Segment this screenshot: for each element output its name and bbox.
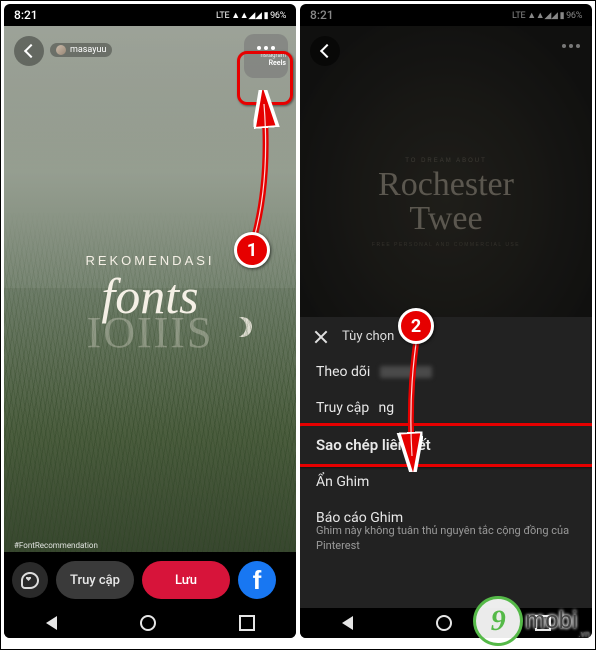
more-options-button[interactable] bbox=[562, 44, 580, 48]
nav-back-button[interactable] bbox=[46, 616, 57, 630]
react-button[interactable] bbox=[12, 562, 48, 598]
bg-big2: Twee bbox=[300, 202, 592, 236]
caption-shadow: IOIIIS bbox=[4, 307, 296, 358]
hashtag-text: #FontRecommendation bbox=[14, 541, 98, 550]
share-facebook-button[interactable]: f bbox=[238, 561, 276, 599]
close-button[interactable] bbox=[314, 330, 328, 344]
status-bar: 8:21 LTE ▲▲◢◢ ▮ 96% bbox=[300, 4, 592, 26]
video-caption-overlay: REKOMENDASI fonts IOIIIS bbox=[4, 253, 296, 358]
nav-recent-button[interactable] bbox=[535, 615, 551, 631]
android-nav-bar bbox=[4, 608, 296, 638]
visit-label: Truy cập bbox=[70, 573, 120, 588]
more-options-button[interactable]: nstagram Reels bbox=[244, 34, 288, 78]
nav-home-button[interactable] bbox=[436, 615, 452, 631]
save-button[interactable]: Lưu bbox=[142, 561, 230, 599]
save-label: Lưu bbox=[175, 573, 197, 588]
blurred-username bbox=[380, 366, 432, 378]
android-nav-bar bbox=[300, 608, 592, 638]
author-badge[interactable]: masayuu bbox=[50, 43, 112, 57]
facebook-icon: f bbox=[253, 565, 262, 596]
sheet-item-follow[interactable]: Theo dõi bbox=[300, 354, 592, 390]
author-username: masayuu bbox=[70, 45, 106, 55]
chevron-left-icon bbox=[319, 44, 333, 58]
bg-tiny2: FREE PERSONAL AND COMMERCIAL USE bbox=[300, 242, 592, 248]
avatar-icon bbox=[56, 45, 66, 55]
status-bar: 8:21 LTE ▲▲◢◢ ▮ 96% bbox=[4, 4, 296, 26]
bg-tiny: TO DREAM ABOUT bbox=[300, 158, 592, 164]
item-label: Sao chép liên kết bbox=[316, 436, 431, 454]
status-indicators: LTE ▲▲◢◢ ▮ 96% bbox=[216, 10, 286, 21]
item-label: Theo dõi bbox=[316, 364, 370, 380]
back-button[interactable] bbox=[14, 36, 44, 66]
step-marker-2: 2 bbox=[398, 308, 434, 344]
more-label-top: nstagram bbox=[242, 52, 290, 59]
step-marker-1: 1 bbox=[234, 232, 270, 268]
nav-back-button[interactable] bbox=[342, 616, 353, 630]
pin-background: TO DREAM ABOUT Rochester Twee FREE PERSO… bbox=[300, 26, 592, 340]
back-button[interactable] bbox=[310, 36, 340, 66]
reel-viewport: masayuu nstagram Reels REKOMENDASI fonts… bbox=[4, 26, 296, 608]
sheet-header: Tùy chọn bbox=[300, 317, 592, 354]
status-indicators: LTE ▲▲◢◢ ▮ 96% bbox=[512, 10, 582, 21]
pin-viewport: TO DREAM ABOUT Rochester Twee FREE PERSO… bbox=[300, 26, 592, 608]
phone-screen-left: 8:21 LTE ▲▲◢◢ ▮ 96% masayuu nstagram Ree… bbox=[4, 4, 296, 638]
action-bar: Truy cập Lưu f bbox=[4, 552, 296, 608]
chevron-left-icon bbox=[23, 44, 37, 58]
visit-button[interactable]: Truy cập bbox=[56, 561, 134, 599]
phone-screen-right: 8:21 LTE ▲▲◢◢ ▮ 96% TO DREAM ABOUT Roche… bbox=[300, 4, 592, 638]
sheet-title: Tùy chọn bbox=[342, 329, 394, 344]
report-subtitle: Ghim này không tuân thủ nguyên tắc cộng … bbox=[300, 524, 592, 562]
bg-big1: Rochester bbox=[300, 168, 592, 202]
options-sheet: Tùy chọn Theo dõi Truy cập xxx ng Sao ch… bbox=[300, 317, 592, 608]
sheet-item-visit[interactable]: Truy cập xxx ng bbox=[300, 390, 592, 426]
status-time: 8:21 bbox=[14, 8, 38, 22]
item-label: Ẩn Ghim bbox=[316, 474, 369, 490]
dots-icon bbox=[257, 46, 275, 50]
sheet-item-hide[interactable]: Ẩn Ghim bbox=[300, 464, 592, 500]
more-label-bottom: Reels bbox=[242, 59, 290, 67]
item-label: Truy cập bbox=[316, 400, 369, 416]
sheet-item-copy-link[interactable]: Sao chép liên kết bbox=[300, 426, 592, 464]
status-time: 8:21 bbox=[310, 8, 334, 22]
nav-home-button[interactable] bbox=[140, 615, 156, 631]
nav-recent-button[interactable] bbox=[239, 615, 255, 631]
heart-bubble-icon bbox=[21, 572, 39, 589]
